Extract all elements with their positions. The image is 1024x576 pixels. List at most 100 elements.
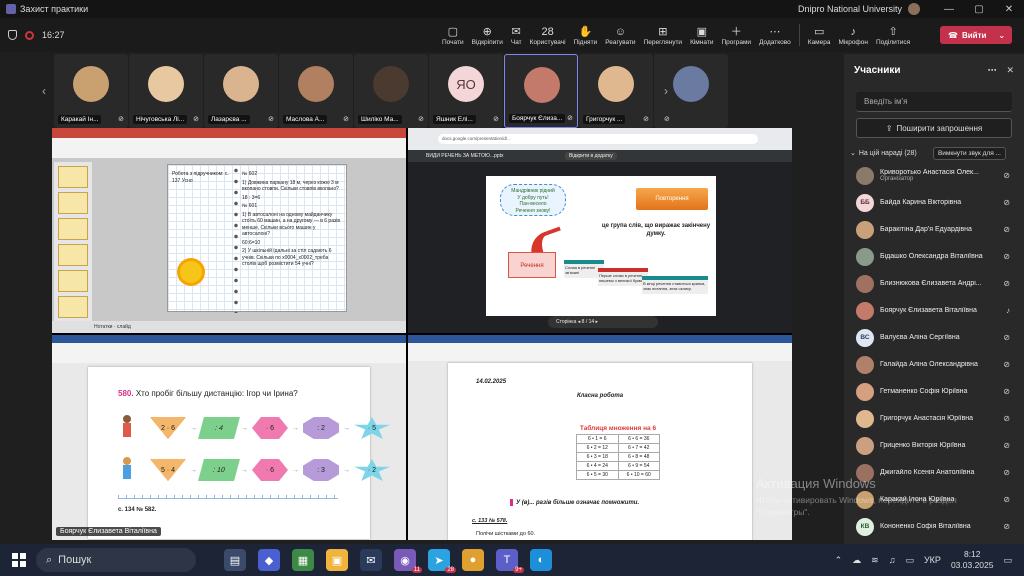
table-cell: 6 • 8 = 48 — [617, 452, 660, 462]
mic-off-icon[interactable]: ⊘ — [1003, 360, 1010, 369]
table-cell: 6 • 9 = 54 — [617, 461, 660, 471]
toolbar-item-5[interactable]: ☺ Реагувати — [601, 18, 639, 52]
mic-off-icon[interactable]: ⊘ — [1003, 414, 1010, 423]
notifications-icon[interactable]: ▭ — [1003, 555, 1012, 566]
participant-row[interactable]: Гетманенко Софія Юріївна ⊘ — [844, 378, 1024, 405]
avatar — [856, 247, 874, 266]
account-avatar[interactable] — [908, 3, 920, 15]
participant-tile[interactable]: ЯО Яшник Елі... ⊘ — [429, 54, 503, 128]
chain-row-iryna: 5 · 4 →: 10 → · 6 →: 3 → · 2 — [150, 459, 390, 481]
mic-off-icon[interactable]: ⊘ — [1003, 387, 1010, 396]
clock[interactable]: 8:12 03.03.2025 — [951, 549, 994, 571]
toolbar-item-7[interactable]: ▣ Кімнати — [686, 18, 717, 52]
toolbar-item-11[interactable]: ♪ Мікрофон — [835, 18, 873, 52]
volume-icon[interactable]: ♫ — [889, 555, 896, 565]
taskbar-app-6[interactable]: ➤ 28 — [428, 549, 456, 573]
taskbar-app-9[interactable]: ◐ — [530, 549, 552, 571]
toolbar-item-3[interactable]: 28 Користувачі — [526, 18, 570, 52]
share-invite-button[interactable]: ⇪ Поширити запрошення — [856, 118, 1012, 138]
slide-pager[interactable]: Сторінка ◂ 8 / 14 ▸ — [548, 316, 658, 328]
mic-off-icon[interactable]: ⊘ — [1003, 522, 1010, 531]
participant-name: Кононенко Софія Віталіївна — [880, 523, 971, 530]
participant-tile[interactable]: Боярчук Єлиза... ⊘ — [504, 54, 578, 128]
table-cell: 6 • 6 = 36 — [617, 434, 660, 444]
cloud-icon[interactable]: ☁ — [852, 555, 861, 566]
chevron-down-icon[interactable]: ⌄ — [998, 31, 1005, 40]
activation-watermark-sub: Чтобы активировать Windows, перейдите в … — [756, 495, 957, 517]
mic-off-icon[interactable]: ⊘ — [1003, 279, 1010, 288]
participant-row[interactable]: Баракітіна Дар'я Едуардівна ⊘ — [844, 216, 1024, 243]
wifi-icon[interactable]: ≋ — [871, 555, 879, 566]
taskbar-app-8[interactable]: T 9+ — [496, 549, 524, 573]
toolbar-item-icon: ♪ — [850, 25, 857, 38]
participant-tile[interactable]: Шиліко Ма... ⊘ — [354, 54, 428, 128]
toolbar-item-icon: ⇧ — [888, 25, 898, 38]
more-icon[interactable]: ⋯ — [987, 65, 996, 76]
language-indicator[interactable]: УКР — [924, 555, 941, 565]
close-panel-icon[interactable]: ✕ — [1006, 65, 1014, 76]
mic-off-icon[interactable]: ⊘ — [1003, 333, 1010, 342]
toolbar-item-4[interactable]: ✋ Підняти — [570, 18, 602, 52]
slide-thumbnails[interactable] — [54, 162, 92, 322]
mic-off-icon[interactable]: ⊘ — [1003, 225, 1010, 234]
strip-prev-icon[interactable]: ‹ — [36, 54, 52, 128]
address-bar[interactable]: docs.google.com/presentation/d/... — [438, 134, 758, 144]
participant-tile[interactable]: Маслова А... ⊘ — [279, 54, 353, 128]
participant-row[interactable]: Боярчук Єлизавета Віталіївна ♪ — [844, 297, 1024, 324]
mic-off-icon[interactable]: ⊘ — [1003, 495, 1010, 504]
girl-runner-icon — [118, 457, 136, 483]
taskbar-apps: ▤ ◆ ▦ ▣ ✉ ◉ 11 ➤ 28 ● T 9+ ◐ — [224, 549, 552, 573]
toolbar-item-6[interactable]: ⊞ Переглянути — [640, 18, 687, 52]
strip-next-icon[interactable]: › — [658, 54, 674, 128]
open-in-app-button[interactable]: Відкрити в додатку — [564, 152, 617, 160]
tray-chevron-icon[interactable]: ⌃ — [835, 555, 843, 566]
toolbar-item-1[interactable]: ⊕ Відкріпити — [468, 18, 507, 52]
participant-tile[interactable]: Григорчук ... ⊘ — [579, 54, 653, 128]
close-icon[interactable]: ✕ — [994, 4, 1024, 15]
app-icon: ▦ — [297, 554, 309, 567]
participant-name: Григорчук Анастасія Юріївна — [880, 415, 974, 422]
participant-row[interactable]: Григорчук Анастасія Юріївна ⊘ — [844, 405, 1024, 432]
taskbar-search[interactable]: ⌕ Пошук — [36, 548, 196, 572]
in-meeting-section[interactable]: ⌄ На цій нараді (28) Вимкнути звук для .… — [844, 144, 1024, 162]
toolbar-item-10[interactable]: ▭ Камера — [804, 18, 835, 52]
mic-off-icon[interactable]: ⊘ — [1003, 252, 1010, 261]
toolbar-item-2[interactable]: ✉ Чат — [507, 18, 526, 52]
participant-tile[interactable]: Лазарєва ... ⊘ — [204, 54, 278, 128]
participant-tile[interactable]: Нічуговська Лі... ⊘ — [129, 54, 203, 128]
word-ribbon-2 — [408, 335, 792, 361]
participant-search-input[interactable]: Введіть ім'я — [856, 92, 1012, 112]
badge: 9+ — [513, 567, 524, 573]
participant-row[interactable]: ББ Байда Карина Вікторівна ⊘ — [844, 189, 1024, 216]
mute-all-button[interactable]: Вимкнути звук для ... — [932, 146, 1006, 160]
presentation-slide: Мандрівник рідний У добру путь! Пан-весело… — [486, 176, 716, 316]
participant-row[interactable]: Галайда Аліна Олександрівна ⊘ — [844, 351, 1024, 378]
toolbar-item-9[interactable]: ⋯ Додатково — [755, 18, 795, 52]
participant-row[interactable]: Гриценко Вікторія Юріївна ⊘ — [844, 432, 1024, 459]
mic-icon[interactable]: ♪ — [1006, 306, 1010, 315]
leave-button[interactable]: ☎ Вийти ⌄ — [940, 26, 1012, 44]
mic-off-icon[interactable]: ⊘ — [1003, 171, 1010, 180]
toolbar-item-12[interactable]: ⇧ Поділитися — [872, 18, 914, 52]
participant-row[interactable]: Бідашко Олександра Віталіївна ⊘ — [844, 243, 1024, 270]
participant-row[interactable]: ВС Валуєва Аліна Сергіївна ⊘ — [844, 324, 1024, 351]
taskbar-app-0[interactable]: ▤ — [224, 549, 246, 571]
toolbar-item-8[interactable]: ＋ Програми — [717, 18, 755, 52]
taskbar-app-5[interactable]: ◉ 11 — [394, 549, 422, 573]
taskbar-app-7[interactable]: ● — [462, 549, 484, 571]
windows-start-icon[interactable] — [12, 553, 26, 567]
taskbar-app-1[interactable]: ◆ — [258, 549, 280, 571]
mic-off-icon[interactable]: ⊘ — [1003, 468, 1010, 477]
mic-off-icon[interactable]: ⊘ — [1003, 441, 1010, 450]
participant-row[interactable]: Близнюкова Єлизавета Андрі... ⊘ — [844, 270, 1024, 297]
toolbar-item-0[interactable]: ▢ Почати — [438, 18, 468, 52]
battery-icon[interactable]: ▭ — [905, 555, 914, 566]
mic-off-icon[interactable]: ⊘ — [1003, 198, 1010, 207]
maximize-icon[interactable]: ▢ — [964, 4, 994, 15]
participant-tile[interactable]: Каракай Ін... ⊘ — [54, 54, 128, 128]
minimize-icon[interactable]: — — [934, 4, 964, 15]
taskbar-app-2[interactable]: ▦ — [292, 549, 314, 571]
participant-row[interactable]: Криворотько Анастасія Олек... Організатор… — [844, 162, 1024, 189]
taskbar-app-3[interactable]: ▣ — [326, 549, 348, 571]
taskbar-app-4[interactable]: ✉ — [360, 549, 382, 571]
